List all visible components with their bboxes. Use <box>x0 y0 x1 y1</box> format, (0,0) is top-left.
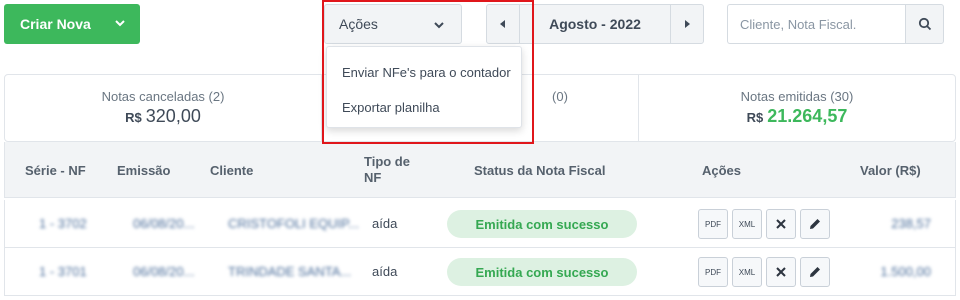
summary-card-cancelled: Notas canceladas (2) R$ 320,00 <box>5 75 322 141</box>
month-separator: - <box>597 16 610 32</box>
cell-serie: 1 - 3701 <box>39 264 87 279</box>
column-header-valor[interactable]: Valor (R$) <box>860 163 921 178</box>
pdf-button[interactable]: PDF <box>698 257 728 287</box>
column-header-tipo-line2: NF <box>364 170 382 185</box>
currency-symbol: R$ <box>125 110 142 125</box>
month-selector[interactable]: Agosto - 2022 <box>520 4 670 44</box>
amount: 21.264,57 <box>767 106 848 126</box>
edit-button[interactable] <box>800 209 830 239</box>
cell-cliente: TRINDADE SANTA... <box>228 264 352 279</box>
cell-valor: 1.500,00 <box>880 264 931 279</box>
cell-cliente: CRISTOFOLI EQUIP... <box>228 216 359 231</box>
cell-emissao: 06/08/20... <box>133 216 195 231</box>
xml-button[interactable]: XML <box>732 209 762 239</box>
caret-right-icon <box>685 20 690 28</box>
highlight-box <box>322 0 534 144</box>
cell-emissao: 06/08/20... <box>133 264 195 279</box>
table-row[interactable]: 1 - 3702 06/08/20... CRISTOFOLI EQUIP...… <box>4 200 956 248</box>
column-header-tipo-line1: Tipo de <box>364 154 410 169</box>
column-header-status[interactable]: Status da Nota Fiscal <box>474 163 605 178</box>
next-month-button[interactable] <box>670 4 704 44</box>
table-row[interactable]: 1 - 3701 06/08/20... TRINDADE SANTA... a… <box>4 248 956 296</box>
amount: 320,00 <box>145 106 201 126</box>
pdf-button[interactable]: PDF <box>698 209 728 239</box>
cancel-invoice-button[interactable] <box>766 209 796 239</box>
close-icon <box>776 219 786 229</box>
chevron-down-icon <box>115 20 125 27</box>
cell-tipo: aída <box>372 216 398 231</box>
cancel-invoice-button[interactable] <box>766 257 796 287</box>
status-badge: Emitida com sucesso <box>447 258 637 286</box>
column-header-serie[interactable]: Série - NF <box>25 163 86 178</box>
create-new-button[interactable]: Criar Nova <box>4 4 140 44</box>
currency-symbol: R$ <box>746 110 764 125</box>
summary-count: (0) <box>552 89 568 104</box>
summary-value: R$ 320,00 <box>125 106 201 127</box>
edit-button[interactable] <box>800 257 830 287</box>
summary-value: R$ 21.264,57 <box>747 106 848 127</box>
close-icon <box>776 267 786 277</box>
status-badge: Emitida com sucesso <box>447 210 637 238</box>
year-value: 2022 <box>609 16 641 32</box>
pencil-icon <box>810 267 820 277</box>
summary-label: Notas canceladas (2) <box>101 89 225 104</box>
search-icon <box>918 17 931 31</box>
cell-valor: 238,57 <box>891 216 931 231</box>
column-header-acoes: Ações <box>702 163 742 178</box>
cell-tipo: aída <box>372 264 398 279</box>
column-header-cliente[interactable]: Cliente <box>210 163 253 178</box>
table-header: Série - NF Emissão Cliente Tipo de NF St… <box>4 142 956 198</box>
xml-button[interactable]: XML <box>732 257 762 287</box>
summary-card-issued: Notas emitidas (30) R$ 21.264,57 <box>639 75 955 141</box>
summary-label: Notas emitidas (30) <box>740 89 854 104</box>
column-header-emissao[interactable]: Emissão <box>117 163 170 178</box>
search-input[interactable] <box>727 4 905 44</box>
pencil-icon <box>810 219 820 229</box>
cell-serie: 1 - 3702 <box>39 216 87 231</box>
create-new-label: Criar Nova <box>20 16 91 32</box>
column-header-tipo[interactable]: Tipo de NF <box>364 154 410 185</box>
search-button[interactable] <box>905 4 944 44</box>
month-name: Agosto <box>549 16 598 32</box>
